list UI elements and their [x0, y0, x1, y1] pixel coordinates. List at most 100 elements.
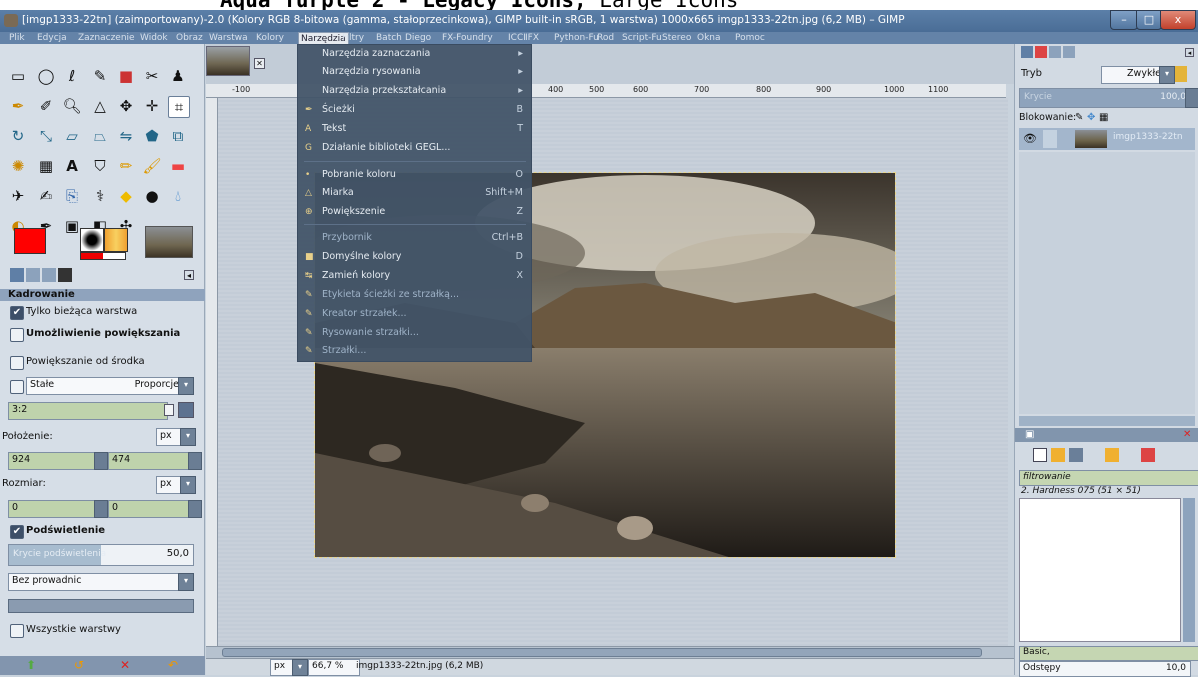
allow-growing-checkbox[interactable] [10, 328, 24, 342]
tools-menu-item[interactable]: Zamień kolory [322, 269, 390, 283]
reset-options-icon[interactable]: ↶ [168, 659, 182, 671]
ellipse-select-icon[interactable]: ◯ [36, 66, 56, 86]
menu-kolory[interactable]: Kolory [256, 32, 284, 44]
fixed-mode-dropdown-icon[interactable]: ▾ [178, 377, 194, 395]
highlight-opacity-slider[interactable]: Krycie podświetlenia 50,0 [8, 544, 194, 566]
tool-options-tab-icon[interactable] [10, 268, 24, 282]
auto-shrink-button[interactable] [8, 599, 194, 613]
handle-transform-icon[interactable]: ▦ [36, 156, 56, 176]
dock-tab-paths-icon[interactable] [1049, 46, 1061, 58]
measure-icon[interactable]: △ [90, 96, 110, 116]
brush-preview[interactable] [80, 228, 104, 252]
position-x-field[interactable]: 924 [8, 452, 100, 470]
fuzzy-select-icon[interactable]: ✎ [90, 66, 110, 86]
shear-icon[interactable]: ▱ [62, 126, 82, 146]
gradient-icon[interactable]: ▣ [62, 216, 82, 236]
mode-select[interactable]: Zwykłe [1101, 66, 1165, 84]
guides-select[interactable]: Bez prowadnic [8, 573, 182, 591]
highlight-checkbox[interactable]: ✔ [10, 525, 24, 539]
menu-rod[interactable]: Rod [597, 32, 614, 44]
tools-menu-item[interactable]: Strzałki... [322, 344, 366, 358]
all-layers-checkbox[interactable] [10, 624, 24, 638]
expand-from-center-checkbox[interactable] [10, 356, 24, 370]
align-icon[interactable]: ✛ [142, 96, 162, 116]
horizontal-scrollbar[interactable] [206, 646, 1014, 658]
text-tool-icon[interactable]: A [62, 156, 82, 176]
visibility-eye-icon[interactable]: 👁︎ [1023, 132, 1037, 145]
paintbrush-icon[interactable]: 🖌︎ [142, 156, 162, 176]
ink-icon[interactable]: ✍ [36, 186, 56, 206]
tools-menu-item[interactable]: Pobranie koloru [322, 168, 396, 182]
menu-pomoc[interactable]: Pomoc [735, 32, 765, 44]
free-select-icon[interactable]: ℓ [62, 66, 82, 86]
brush-grid[interactable] [1019, 498, 1181, 642]
size-width-field[interactable]: 0 [8, 500, 100, 518]
size-height-spinner[interactable] [188, 500, 202, 518]
fixed-mode-select[interactable]: Stałe Proporcje [26, 377, 184, 395]
rotate-icon[interactable]: ↻ [8, 126, 28, 146]
size-height-field[interactable]: 0 [108, 500, 194, 518]
position-unit-dropdown-icon[interactable]: ▾ [180, 428, 196, 446]
save-options-icon[interactable]: ⬆ [26, 659, 40, 671]
color-picker-icon[interactable]: ✐ [36, 96, 56, 116]
blur-icon[interactable]: ● [142, 186, 162, 206]
menu-okna[interactable]: Okna [697, 32, 721, 44]
menu-plik[interactable]: Plik [9, 32, 25, 44]
zoom-select[interactable]: 66,7 % [308, 659, 360, 676]
tools-menu-item[interactable]: Narzędzia zaznaczania [322, 47, 430, 61]
mode-dropdown-icon[interactable]: ▾ [1159, 66, 1175, 84]
menu-fx-foundry[interactable]: FX-Foundry [442, 32, 493, 44]
close-button[interactable]: x [1160, 10, 1196, 30]
tools-menu-item[interactable]: Rysowanie strzałki... [322, 326, 419, 340]
new-layer-icon[interactable]: ▣ [1025, 429, 1034, 440]
size-width-spinner[interactable] [94, 500, 108, 518]
position-y-field[interactable]: 474 [108, 452, 194, 470]
unified-transform-icon[interactable]: ⧉ [168, 126, 188, 146]
gradient-preview[interactable] [104, 228, 128, 252]
restore-options-icon[interactable]: ↺ [74, 659, 88, 671]
tools-menu-item[interactable]: Powiększenie [322, 205, 385, 219]
clone-icon[interactable]: ⎘ [62, 186, 82, 206]
tools-menu-item[interactable]: Kreator strzałek... [322, 307, 407, 321]
dock-tab-channels-icon[interactable] [1035, 46, 1047, 58]
opacity-slider[interactable]: Krycie 100,0 [1019, 88, 1191, 108]
device-status-tab-icon[interactable] [26, 268, 40, 282]
palettes-tab-icon[interactable] [1141, 448, 1155, 462]
fonts-tab-icon[interactable] [1069, 448, 1083, 462]
menu-script-fu[interactable]: Script-Fu [622, 32, 662, 44]
menu-diego[interactable]: Diego [405, 32, 431, 44]
maximize-button[interactable]: □ [1136, 10, 1162, 30]
layer-name[interactable]: imgp1333-22tn [1113, 132, 1183, 142]
cage-icon[interactable]: ⬟ [142, 126, 162, 146]
tools-menu-item[interactable]: Przybornik [322, 231, 372, 245]
layer-row[interactable]: 👁︎ imgp1333-22tn [1019, 128, 1195, 150]
tools-menu-item[interactable]: Domyślne kolory [322, 250, 401, 264]
guides-dropdown-icon[interactable]: ▾ [178, 573, 194, 591]
delete-options-icon[interactable]: ✕ [120, 659, 134, 671]
mode-reset-icon[interactable] [1175, 66, 1187, 82]
eraser-icon[interactable]: ▬ [168, 156, 188, 176]
rect-select-icon[interactable]: ▭ [8, 66, 28, 86]
tools-menu-item[interactable]: Etykieta ścieżki ze strzałką... [322, 288, 459, 302]
chain-link-icon[interactable] [1043, 130, 1057, 148]
foreground-select-icon[interactable]: ♟ [168, 66, 188, 86]
position-y-spinner[interactable] [188, 452, 202, 470]
menu-icc-fx[interactable]: ICCⅡFX [508, 32, 539, 44]
menu-filtry[interactable]: Filtry [342, 32, 364, 44]
landscape-icon[interactable] [178, 402, 194, 418]
warp-icon[interactable]: ✺ [8, 156, 28, 176]
menu-edycja[interactable]: Edycja [37, 32, 67, 44]
lock-pixels-icon[interactable]: ✎ [1075, 112, 1083, 123]
bucket-fill-icon[interactable]: ⛉ [90, 156, 110, 176]
tools-menu-item[interactable]: Tekst [322, 122, 346, 136]
patterns-tab-icon[interactable] [1051, 448, 1065, 462]
crop-icon[interactable]: ⌗ [168, 96, 190, 118]
zoom-icon[interactable]: 🔍︎ [62, 96, 82, 116]
size-unit-dropdown-icon[interactable]: ▾ [180, 476, 196, 494]
portrait-icon[interactable] [164, 404, 174, 416]
ratio-field[interactable]: 3:2 [8, 402, 168, 420]
minimize-button[interactable]: – [1110, 10, 1138, 30]
dock-tab-undo-icon[interactable] [1063, 46, 1075, 58]
only-current-layer-checkbox[interactable]: ✔ [10, 306, 24, 320]
brush-grid-scrollbar[interactable] [1183, 498, 1195, 642]
